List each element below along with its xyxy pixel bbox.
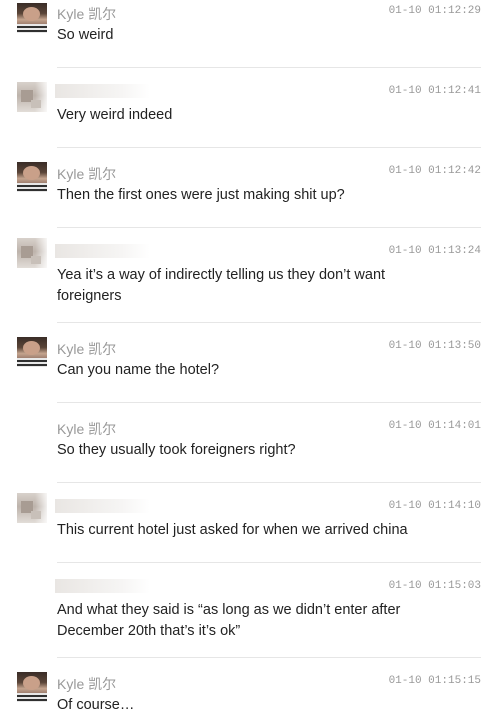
timestamp: 01-10 01:13:50	[388, 340, 481, 352]
sender-name-redacted	[55, 244, 150, 258]
avatar[interactable]	[17, 238, 47, 268]
message-item: 01-10 01:13:24 Yea it’s a way of indirec…	[0, 228, 501, 323]
message-item: 01-10 01:15:03 And what they said is “as…	[0, 563, 501, 658]
message-text: So they usually took foreigners right?	[57, 442, 296, 458]
message-text: Very weird indeed	[57, 107, 173, 123]
message-text: Then the first ones were just making shi…	[57, 187, 345, 203]
avatar[interactable]	[17, 82, 47, 112]
sender-name-redacted	[55, 579, 150, 593]
timestamp: 01-10 01:13:24	[388, 245, 481, 257]
message-item: Kyle 凯尔 01-10 01:13:50 Can you name the …	[0, 323, 501, 403]
timestamp: 01-10 01:12:42	[388, 165, 481, 177]
timestamp: 01-10 01:12:41	[388, 85, 481, 97]
timestamp: 01-10 01:12:29	[388, 5, 481, 17]
avatar[interactable]	[17, 3, 47, 33]
message-text: So weird	[57, 27, 114, 43]
avatar[interactable]	[17, 162, 47, 192]
sender-name[interactable]: Kyle 凯尔	[57, 674, 116, 694]
sender-name[interactable]: Kyle 凯尔	[57, 419, 116, 439]
sender-name-redacted	[55, 499, 150, 513]
avatar[interactable]	[17, 493, 47, 523]
timestamp: 01-10 01:15:03	[388, 580, 481, 592]
message-item: Kyle 凯尔 01-10 01:14:01 So they usually t…	[0, 403, 501, 483]
message-item: Kyle 凯尔 01-10 01:12:29 So weird	[0, 0, 501, 68]
message-text: Of course…	[57, 697, 135, 713]
message-text: Yea it’s a way of indirectly telling us …	[57, 267, 386, 304]
message-text: And what they said is “as long as we did…	[57, 602, 401, 639]
sender-name[interactable]: Kyle 凯尔	[57, 339, 116, 359]
timestamp: 01-10 01:14:10	[388, 500, 481, 512]
sender-name[interactable]: Kyle 凯尔	[57, 164, 116, 184]
avatar[interactable]	[17, 337, 47, 367]
message-item: 01-10 01:12:41 Very weird indeed	[0, 68, 501, 148]
message-item: Kyle 凯尔 01-10 01:15:15 Of course…	[0, 658, 501, 722]
message-text: This current hotel just asked for when w…	[57, 522, 408, 538]
sender-name[interactable]: Kyle 凯尔	[57, 4, 116, 24]
sender-name-redacted	[55, 84, 150, 98]
avatar[interactable]	[17, 672, 47, 702]
timestamp: 01-10 01:14:01	[388, 420, 481, 432]
message-item: 01-10 01:14:10 This current hotel just a…	[0, 483, 501, 563]
message-item: Kyle 凯尔 01-10 01:12:42 Then the first on…	[0, 148, 501, 228]
message-text: Can you name the hotel?	[57, 362, 220, 378]
timestamp: 01-10 01:15:15	[388, 675, 481, 687]
